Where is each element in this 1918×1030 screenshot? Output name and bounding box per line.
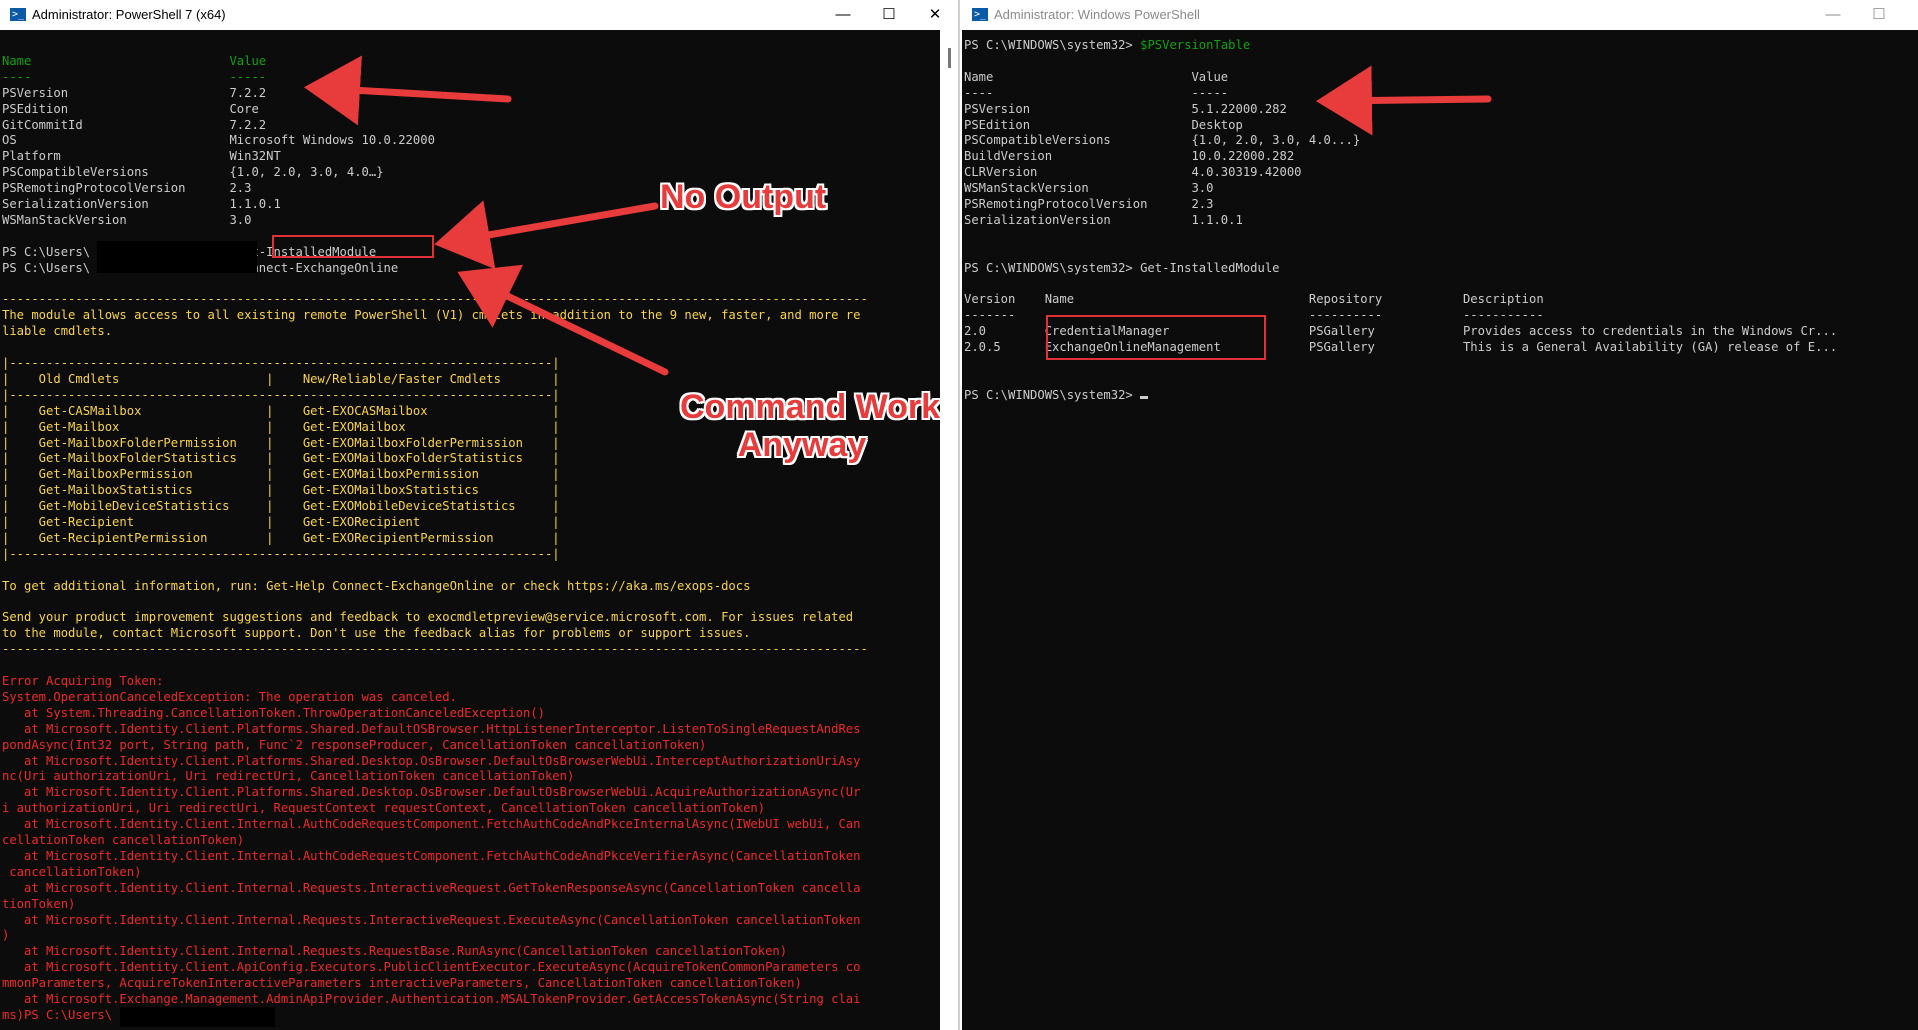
winps-window: >_ Administrator: Windows PowerShell — ☐… <box>962 0 1918 1030</box>
console-line: Name Value <box>2 53 267 68</box>
console-line: OS Microsoft Windows 10.0.22000 <box>2 133 435 148</box>
console-line: | Get-MailboxFolderPermission | Get-EXOM… <box>2 435 560 450</box>
console-line: mmonParameters, AcquireTokenInteractiveP… <box>2 976 802 991</box>
maximize-button[interactable]: ☐ <box>866 0 912 30</box>
console-line: |---------------------------------------… <box>2 356 560 370</box>
winps-titlebar[interactable]: >_ Administrator: Windows PowerShell — ☐ <box>962 0 1918 30</box>
console-line: at Microsoft.Identity.Client.Platforms.S… <box>2 753 861 768</box>
console-line: | Get-RecipientPermission | Get-EXORecip… <box>2 530 560 545</box>
console-line: | Get-MailboxPermission | Get-EXOMailbox… <box>2 467 560 482</box>
winps-title: Administrator: Windows PowerShell <box>994 7 1200 22</box>
console-line: System.OperationCanceledException: The o… <box>2 689 457 704</box>
console-line: Version Name Repository Description <box>964 292 1544 307</box>
console-line: BuildVersion 10.0.22000.282 <box>964 149 1295 164</box>
console-line: cellationToken cancellationToken) <box>2 833 245 847</box>
console-line: liable cmdlets. <box>2 324 113 339</box>
console-line: PSVersion 5.1.22000.282 <box>964 101 1287 116</box>
console-line: at Microsoft.Identity.Client.Internal.Au… <box>2 848 861 863</box>
console-line: | Get-Recipient | Get-EXORecipient | <box>2 515 560 529</box>
scrollbar-thumb[interactable] <box>948 48 951 68</box>
console-line: ---- ----- <box>2 69 267 84</box>
close-button[interactable]: ✕ <box>912 0 940 30</box>
highlight-module-names <box>1046 315 1266 360</box>
console-line: | Get-MailboxStatistics | Get-EXOMailbox… <box>2 483 560 498</box>
console-line: The module allows access to all existing… <box>2 308 861 323</box>
highlight-get-installedmodule <box>272 235 434 258</box>
powershell-icon: >_ <box>10 8 26 21</box>
redacted-username <box>97 241 257 273</box>
minimize-button[interactable]: — <box>1810 0 1856 30</box>
annotation-command-work-line1: Command Work <box>680 388 941 426</box>
console-line: tionToken) <box>2 896 76 911</box>
console-line: at Microsoft.Identity.Client.ApiConfig.E… <box>2 960 861 975</box>
console-line: PS C:\WINDOWS\system32> <box>964 388 1149 404</box>
console-line: ----------------------------------------… <box>2 292 868 307</box>
console-line: | Get-CASMailbox | Get-EXOCASMailbox | <box>2 403 560 418</box>
pwsh7-title: Administrator: PowerShell 7 (x64) <box>32 7 226 22</box>
console-line: | Get-MailboxFolderStatistics | Get-EXOM… <box>2 451 560 466</box>
console-line: ---- ----- <box>964 85 1229 100</box>
console-line: pondAsync(Int32 port, String path, Func`… <box>2 737 707 752</box>
maximize-button[interactable]: ☐ <box>1856 0 1902 30</box>
console-line: cancellationToken) <box>2 864 142 879</box>
console-line: WSManStackVersion 3.0 <box>2 212 252 227</box>
pwsh7-window: >_ Administrator: PowerShell 7 (x64) — ☐… <box>0 0 940 1030</box>
text-cursor <box>1140 395 1149 399</box>
console-line: PSCompatibleVersions {1.0, 2.0, 3.0, 4.0… <box>2 165 384 180</box>
console-line: at Microsoft.Identity.Client.Internal.Re… <box>2 912 861 927</box>
console-line: PSCompatibleVersions {1.0, 2.0, 3.0, 4.0… <box>964 133 1361 148</box>
console-line: at System.Threading.CancellationToken.Th… <box>2 705 545 720</box>
pwsh7-titlebar[interactable]: >_ Administrator: PowerShell 7 (x64) — ☐… <box>0 0 940 30</box>
console-line: to the module, contact Microsoft support… <box>2 626 751 641</box>
console-line: | Old Cmdlets | New/Reliable/Faster Cmdl… <box>2 371 560 386</box>
console-line: | Get-Mailbox | Get-EXOMailbox | <box>2 419 560 434</box>
console-line: i authorizationUri, Uri redirectUri, Req… <box>2 801 766 816</box>
console-line: PS C:\WINDOWS\system32> Get-InstalledMod… <box>964 260 1280 275</box>
console-line: PSEdition Desktop <box>964 117 1243 132</box>
console-line: PSRemotingProtocolVersion 2.3 <box>2 181 252 196</box>
console-line: WSManStackVersion 3.0 <box>964 181 1214 196</box>
console-line: PSEdition Core <box>2 101 259 116</box>
console-line: nc(Uri authorizationUri, Uri redirectUri… <box>2 769 575 784</box>
console-line: Platform Win32NT <box>2 149 281 164</box>
redacted-username <box>120 1007 275 1027</box>
console-line: GitCommitId 7.2.2 <box>2 117 267 132</box>
console-line: PSVersion 7.2.2 <box>2 85 267 100</box>
console-line: Send your product improvement suggestion… <box>2 610 854 625</box>
console-line: |---------------------------------------… <box>2 387 560 402</box>
console-line: | Get-MobileDeviceStatistics | Get-EXOMo… <box>2 499 560 514</box>
console-line: at Microsoft.Identity.Client.Internal.Re… <box>2 944 788 959</box>
minimize-button[interactable]: — <box>820 0 866 30</box>
console-line: PSRemotingProtocolVersion 2.3 <box>964 197 1214 211</box>
console-line: SerializationVersion 1.1.0.1 <box>2 197 281 211</box>
console-line: ----------------------------------------… <box>2 642 868 657</box>
console-line: PS C:\WINDOWS\system32> $PSVersionTable <box>964 38 1251 52</box>
powershell-icon: >_ <box>972 8 988 21</box>
console-line: at Microsoft.Identity.Client.Internal.Au… <box>2 817 861 832</box>
console-line: at Microsoft.Identity.Client.Internal.Re… <box>2 880 861 895</box>
annotation-no-output: No Output <box>660 178 827 216</box>
console-line: at Microsoft.Exchange.Management.AdminAp… <box>2 992 861 1006</box>
console-line: SerializationVersion 1.1.0.1 <box>964 212 1243 227</box>
console-line: To get additional information, run: Get-… <box>2 578 751 593</box>
console-line: CLRVersion 4.0.30319.42000 <box>964 165 1302 180</box>
scrollbar-track[interactable] <box>940 0 962 1030</box>
console-line: |---------------------------------------… <box>2 546 560 561</box>
console-line: at Microsoft.Identity.Client.Platforms.S… <box>2 721 861 736</box>
annotation-command-work-line2: Anyway <box>737 426 867 464</box>
console-line: ) <box>2 928 10 943</box>
winps-console[interactable]: PS C:\WINDOWS\system32> $PSVersionTable N… <box>962 30 1918 1030</box>
console-line: Error Acquiring Token: <box>2 674 164 688</box>
annotation-command-work: Command Work Anyway <box>680 388 941 464</box>
console-line: Name Value <box>964 69 1229 84</box>
console-line: at Microsoft.Identity.Client.Platforms.S… <box>2 785 861 800</box>
